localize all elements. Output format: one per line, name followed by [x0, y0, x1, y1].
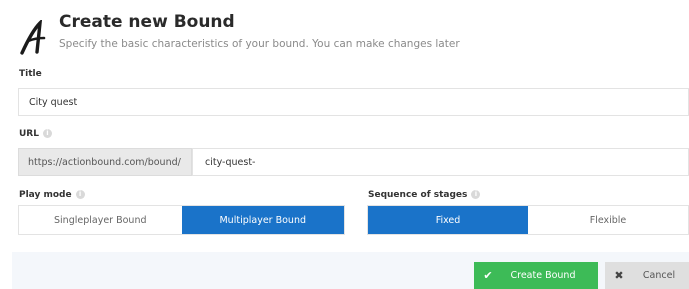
check-icon: ✔ [483, 269, 493, 282]
sequence-label: Sequence of stages i [368, 190, 481, 200]
cancel-label: Cancel [642, 270, 676, 281]
info-icon[interactable]: i [75, 190, 85, 199]
url-prefix: https://actionbound.com/bound/ [18, 148, 192, 176]
sequence-flexible-option[interactable]: Flexible [528, 206, 688, 234]
url-label: URL i [19, 129, 52, 139]
close-icon: ✖ [614, 269, 624, 282]
url-slug-value: city-quest- [205, 156, 256, 168]
play-mode-multiplayer-option[interactable]: Multiplayer Bound [181, 206, 344, 234]
title-input-value: City quest [29, 96, 78, 108]
actionbound-logo-icon [20, 20, 46, 55]
sequence-fixed-option[interactable]: Fixed [368, 206, 528, 234]
play-mode-singleplayer-option[interactable]: Singleplayer Bound [19, 206, 182, 234]
create-bound-button[interactable]: ✔ Create Bound [474, 262, 598, 289]
play-mode-label: Play mode i [19, 190, 85, 200]
info-icon[interactable]: i [471, 190, 481, 199]
title-label: Title [19, 69, 42, 79]
play-mode-toggle: Singleplayer Bound Multiplayer Bound [18, 205, 345, 235]
url-slug-input[interactable]: city-quest- [192, 148, 689, 176]
page-title: Create new Bound [59, 12, 235, 32]
page-subtitle: Specify the basic characteristics of you… [59, 38, 460, 50]
info-icon[interactable]: i [42, 129, 52, 138]
title-input[interactable]: City quest [18, 88, 689, 116]
sequence-toggle: Fixed Flexible [367, 205, 689, 235]
create-bound-label: Create Bound [510, 270, 576, 281]
cancel-button[interactable]: ✖ Cancel [605, 262, 689, 289]
